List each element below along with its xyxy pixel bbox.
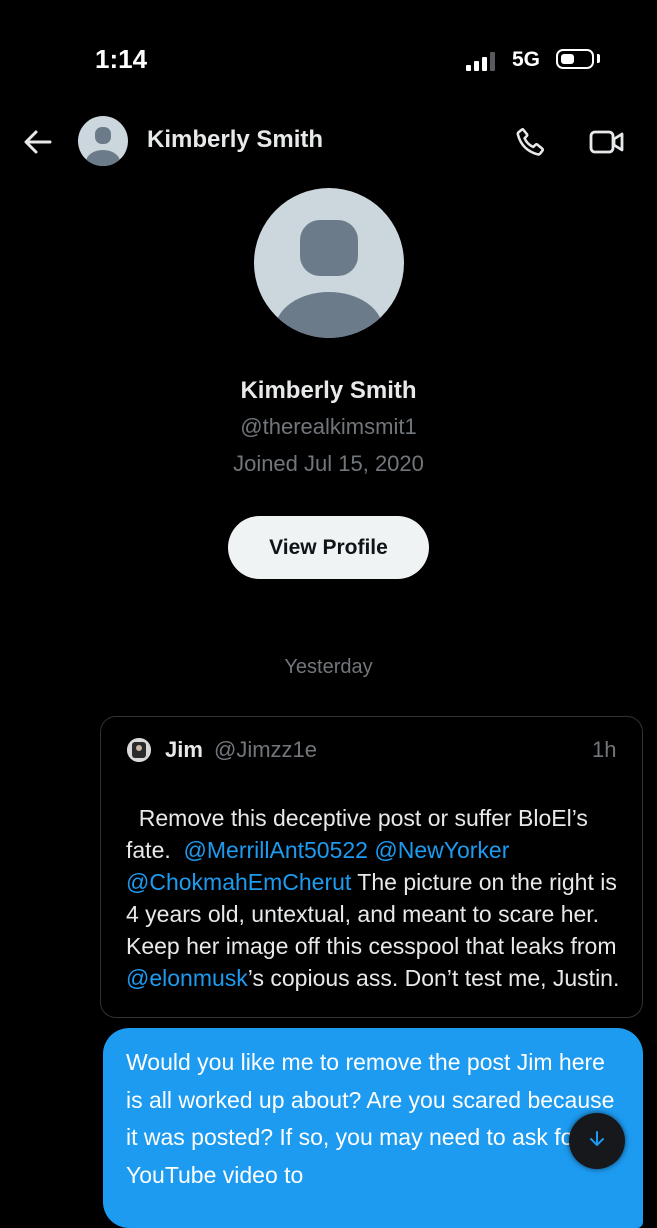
- network-type: 5G: [512, 48, 541, 71]
- mention-link[interactable]: @MerrillAnt50522: [184, 837, 368, 863]
- conversation-title: Kimberly Smith: [147, 126, 324, 153]
- battery-tip: [597, 54, 600, 63]
- date-separator: Yesterday: [284, 656, 373, 678]
- contact-avatar[interactable]: [78, 116, 128, 166]
- video-camera-icon[interactable]: [588, 126, 626, 158]
- signal-strength-icon: [466, 52, 495, 71]
- profile-name: Kimberly Smith: [240, 377, 417, 404]
- quoted-tweet-time: 1h: [592, 737, 617, 762]
- phone-icon[interactable]: [513, 124, 549, 160]
- status-time: 1:14: [95, 44, 148, 74]
- scroll-to-bottom-button[interactable]: [569, 1113, 625, 1169]
- quoted-author-handle[interactable]: @Jimzz1e: [214, 737, 317, 763]
- battery-icon: [556, 49, 594, 69]
- back-arrow-icon[interactable]: [22, 126, 54, 158]
- view-profile-button[interactable]: View Profile: [228, 516, 429, 579]
- profile-joined-date: Joined Jul 15, 2020: [233, 451, 424, 476]
- tweet-text-segment: ’s copious ass. Don’t test me, Justin.: [247, 965, 620, 991]
- quoted-tweet-text: Remove this deceptive post or suffer Blo…: [126, 770, 626, 994]
- profile-avatar[interactable]: [254, 188, 404, 338]
- quoted-author-avatar[interactable]: [127, 738, 151, 762]
- tweet-text-segment: [509, 837, 515, 863]
- profile-handle: @therealkimsmit1: [240, 414, 417, 439]
- mention-link[interactable]: @ChokmahEmCherut: [126, 869, 351, 895]
- mention-link[interactable]: @elonmusk: [126, 965, 248, 991]
- mention-link[interactable]: @NewYorker: [374, 837, 509, 863]
- sent-message-text: Would you like me to remove the post Jim…: [126, 1049, 620, 1188]
- quoted-author-name[interactable]: Jim: [165, 737, 203, 763]
- arrow-down-icon: [587, 1129, 607, 1154]
